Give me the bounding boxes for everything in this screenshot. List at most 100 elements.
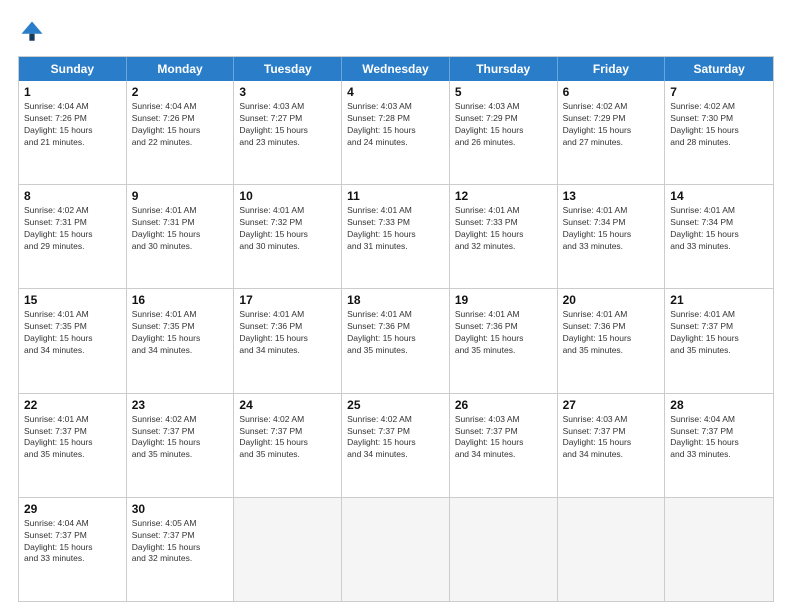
- cell-info: Sunrise: 4:04 AMSunset: 7:37 PMDaylight:…: [670, 414, 768, 462]
- cell-info: Sunrise: 4:02 AMSunset: 7:30 PMDaylight:…: [670, 101, 768, 149]
- day-number: 11: [347, 189, 444, 203]
- calendar-cell: 27 Sunrise: 4:03 AMSunset: 7:37 PMDayligh…: [558, 394, 666, 497]
- logo: [18, 18, 50, 46]
- calendar-cell: 2Sunrise: 4:04 AMSunset: 7:26 PMDaylight…: [127, 81, 235, 184]
- calendar-cell: 4 Sunrise: 4:03 AMSunset: 7:28 PMDaylight…: [342, 81, 450, 184]
- calendar-cell: 28Sunrise: 4:04 AMSunset: 7:37 PMDayligh…: [665, 394, 773, 497]
- calendar-row: 15 Sunrise: 4:01 AMSunset: 7:35 PMDayligh…: [19, 289, 773, 393]
- cell-info: Sunrise: 4:01 AMSunset: 7:37 PMDaylight:…: [24, 414, 121, 462]
- cell-info: Sunrise: 4:01 AMSunset: 7:36 PMDaylight:…: [347, 309, 444, 357]
- cell-info: Sunrise: 4:04 AMSunset: 7:26 PMDaylight:…: [24, 101, 121, 149]
- cell-info: Sunrise: 4:01 AMSunset: 7:34 PMDaylight:…: [670, 205, 768, 253]
- day-number: 1: [24, 85, 121, 99]
- cell-info: Sunrise: 4:02 AMSunset: 7:37 PMDaylight:…: [239, 414, 336, 462]
- weekday-header: Monday: [127, 57, 235, 81]
- calendar-cell: 29 Sunrise: 4:04 AMSunset: 7:37 PMDayligh…: [19, 498, 127, 601]
- weekday-header: Saturday: [665, 57, 773, 81]
- cell-info: Sunrise: 4:03 AMSunset: 7:28 PMDaylight:…: [347, 101, 444, 149]
- cell-info: Sunrise: 4:01 AMSunset: 7:33 PMDaylight:…: [347, 205, 444, 253]
- calendar-cell: 13Sunrise: 4:01 AMSunset: 7:34 PMDayligh…: [558, 185, 666, 288]
- calendar-cell: [450, 498, 558, 601]
- day-number: 4: [347, 85, 444, 99]
- calendar-cell: 23 Sunrise: 4:02 AMSunset: 7:37 PMDayligh…: [127, 394, 235, 497]
- header: [18, 18, 774, 46]
- calendar-cell: [665, 498, 773, 601]
- calendar-cell: 24 Sunrise: 4:02 AMSunset: 7:37 PMDayligh…: [234, 394, 342, 497]
- day-number: 15: [24, 293, 121, 307]
- calendar-cell: 25 Sunrise: 4:02 AMSunset: 7:37 PMDayligh…: [342, 394, 450, 497]
- logo-icon: [18, 18, 46, 46]
- cell-info: Sunrise: 4:01 AMSunset: 7:36 PMDaylight:…: [239, 309, 336, 357]
- cell-info: Sunrise: 4:02 AMSunset: 7:37 PMDaylight:…: [132, 414, 229, 462]
- cell-info: Sunrise: 4:01 AMSunset: 7:31 PMDaylight:…: [132, 205, 229, 253]
- cell-info: Sunrise: 4:03 AMSunset: 7:29 PMDaylight:…: [455, 101, 552, 149]
- calendar-row: 8 Sunrise: 4:02 AMSunset: 7:31 PMDaylight…: [19, 185, 773, 289]
- day-number: 12: [455, 189, 552, 203]
- calendar-cell: 7Sunrise: 4:02 AMSunset: 7:30 PMDaylight…: [665, 81, 773, 184]
- weekday-header: Thursday: [450, 57, 558, 81]
- page: SundayMondayTuesdayWednesdayThursdayFrid…: [0, 0, 792, 612]
- calendar-cell: 20 Sunrise: 4:01 AMSunset: 7:36 PMDayligh…: [558, 289, 666, 392]
- calendar-row: 29 Sunrise: 4:04 AMSunset: 7:37 PMDayligh…: [19, 498, 773, 601]
- calendar-cell: 19Sunrise: 4:01 AMSunset: 7:36 PMDayligh…: [450, 289, 558, 392]
- day-number: 30: [132, 502, 229, 516]
- calendar-cell: 9 Sunrise: 4:01 AMSunset: 7:31 PMDaylight…: [127, 185, 235, 288]
- day-number: 25: [347, 398, 444, 412]
- calendar-cell: 12 Sunrise: 4:01 AMSunset: 7:33 PMDayligh…: [450, 185, 558, 288]
- calendar-cell: 11 Sunrise: 4:01 AMSunset: 7:33 PMDayligh…: [342, 185, 450, 288]
- weekday-header: Tuesday: [234, 57, 342, 81]
- calendar-header: SundayMondayTuesdayWednesdayThursdayFrid…: [19, 57, 773, 81]
- day-number: 24: [239, 398, 336, 412]
- cell-info: Sunrise: 4:03 AMSunset: 7:37 PMDaylight:…: [455, 414, 552, 462]
- calendar-cell: 8 Sunrise: 4:02 AMSunset: 7:31 PMDaylight…: [19, 185, 127, 288]
- calendar-cell: 17 Sunrise: 4:01 AMSunset: 7:36 PMDayligh…: [234, 289, 342, 392]
- day-number: 27: [563, 398, 660, 412]
- day-number: 10: [239, 189, 336, 203]
- day-number: 22: [24, 398, 121, 412]
- calendar-cell: 26 Sunrise: 4:03 AMSunset: 7:37 PMDayligh…: [450, 394, 558, 497]
- cell-info: Sunrise: 4:04 AMSunset: 7:37 PMDaylight:…: [24, 518, 121, 566]
- calendar-cell: 1 Sunrise: 4:04 AMSunset: 7:26 PMDaylight…: [19, 81, 127, 184]
- cell-info: Sunrise: 4:02 AMSunset: 7:29 PMDaylight:…: [563, 101, 660, 149]
- day-number: 16: [132, 293, 229, 307]
- cell-info: Sunrise: 4:01 AMSunset: 7:35 PMDaylight:…: [132, 309, 229, 357]
- day-number: 8: [24, 189, 121, 203]
- calendar-body: 1 Sunrise: 4:04 AMSunset: 7:26 PMDaylight…: [19, 81, 773, 601]
- calendar-cell: [234, 498, 342, 601]
- calendar-cell: [558, 498, 666, 601]
- calendar: SundayMondayTuesdayWednesdayThursdayFrid…: [18, 56, 774, 602]
- day-number: 17: [239, 293, 336, 307]
- calendar-cell: 14 Sunrise: 4:01 AMSunset: 7:34 PMDayligh…: [665, 185, 773, 288]
- calendar-cell: 22 Sunrise: 4:01 AMSunset: 7:37 PMDayligh…: [19, 394, 127, 497]
- calendar-cell: 16 Sunrise: 4:01 AMSunset: 7:35 PMDayligh…: [127, 289, 235, 392]
- day-number: 6: [563, 85, 660, 99]
- calendar-cell: 6 Sunrise: 4:02 AMSunset: 7:29 PMDaylight…: [558, 81, 666, 184]
- cell-info: Sunrise: 4:01 AMSunset: 7:35 PMDaylight:…: [24, 309, 121, 357]
- calendar-row: 1 Sunrise: 4:04 AMSunset: 7:26 PMDaylight…: [19, 81, 773, 185]
- cell-info: Sunrise: 4:01 AMSunset: 7:36 PMDaylight:…: [563, 309, 660, 357]
- day-number: 29: [24, 502, 121, 516]
- day-number: 18: [347, 293, 444, 307]
- cell-info: Sunrise: 4:03 AMSunset: 7:27 PMDaylight:…: [239, 101, 336, 149]
- calendar-cell: 15 Sunrise: 4:01 AMSunset: 7:35 PMDayligh…: [19, 289, 127, 392]
- weekday-header: Friday: [558, 57, 666, 81]
- day-number: 14: [670, 189, 768, 203]
- cell-info: Sunrise: 4:01 AMSunset: 7:36 PMDaylight:…: [455, 309, 552, 357]
- day-number: 23: [132, 398, 229, 412]
- cell-info: Sunrise: 4:03 AMSunset: 7:37 PMDaylight:…: [563, 414, 660, 462]
- day-number: 21: [670, 293, 768, 307]
- day-number: 26: [455, 398, 552, 412]
- day-number: 13: [563, 189, 660, 203]
- calendar-cell: [342, 498, 450, 601]
- cell-info: Sunrise: 4:01 AMSunset: 7:37 PMDaylight:…: [670, 309, 768, 357]
- cell-info: Sunrise: 4:01 AMSunset: 7:33 PMDaylight:…: [455, 205, 552, 253]
- cell-info: Sunrise: 4:02 AMSunset: 7:31 PMDaylight:…: [24, 205, 121, 253]
- weekday-header: Sunday: [19, 57, 127, 81]
- cell-info: Sunrise: 4:01 AMSunset: 7:32 PMDaylight:…: [239, 205, 336, 253]
- day-number: 9: [132, 189, 229, 203]
- day-number: 20: [563, 293, 660, 307]
- cell-info: Sunrise: 4:02 AMSunset: 7:37 PMDaylight:…: [347, 414, 444, 462]
- day-number: 3: [239, 85, 336, 99]
- calendar-cell: 3 Sunrise: 4:03 AMSunset: 7:27 PMDaylight…: [234, 81, 342, 184]
- calendar-cell: 21 Sunrise: 4:01 AMSunset: 7:37 PMDayligh…: [665, 289, 773, 392]
